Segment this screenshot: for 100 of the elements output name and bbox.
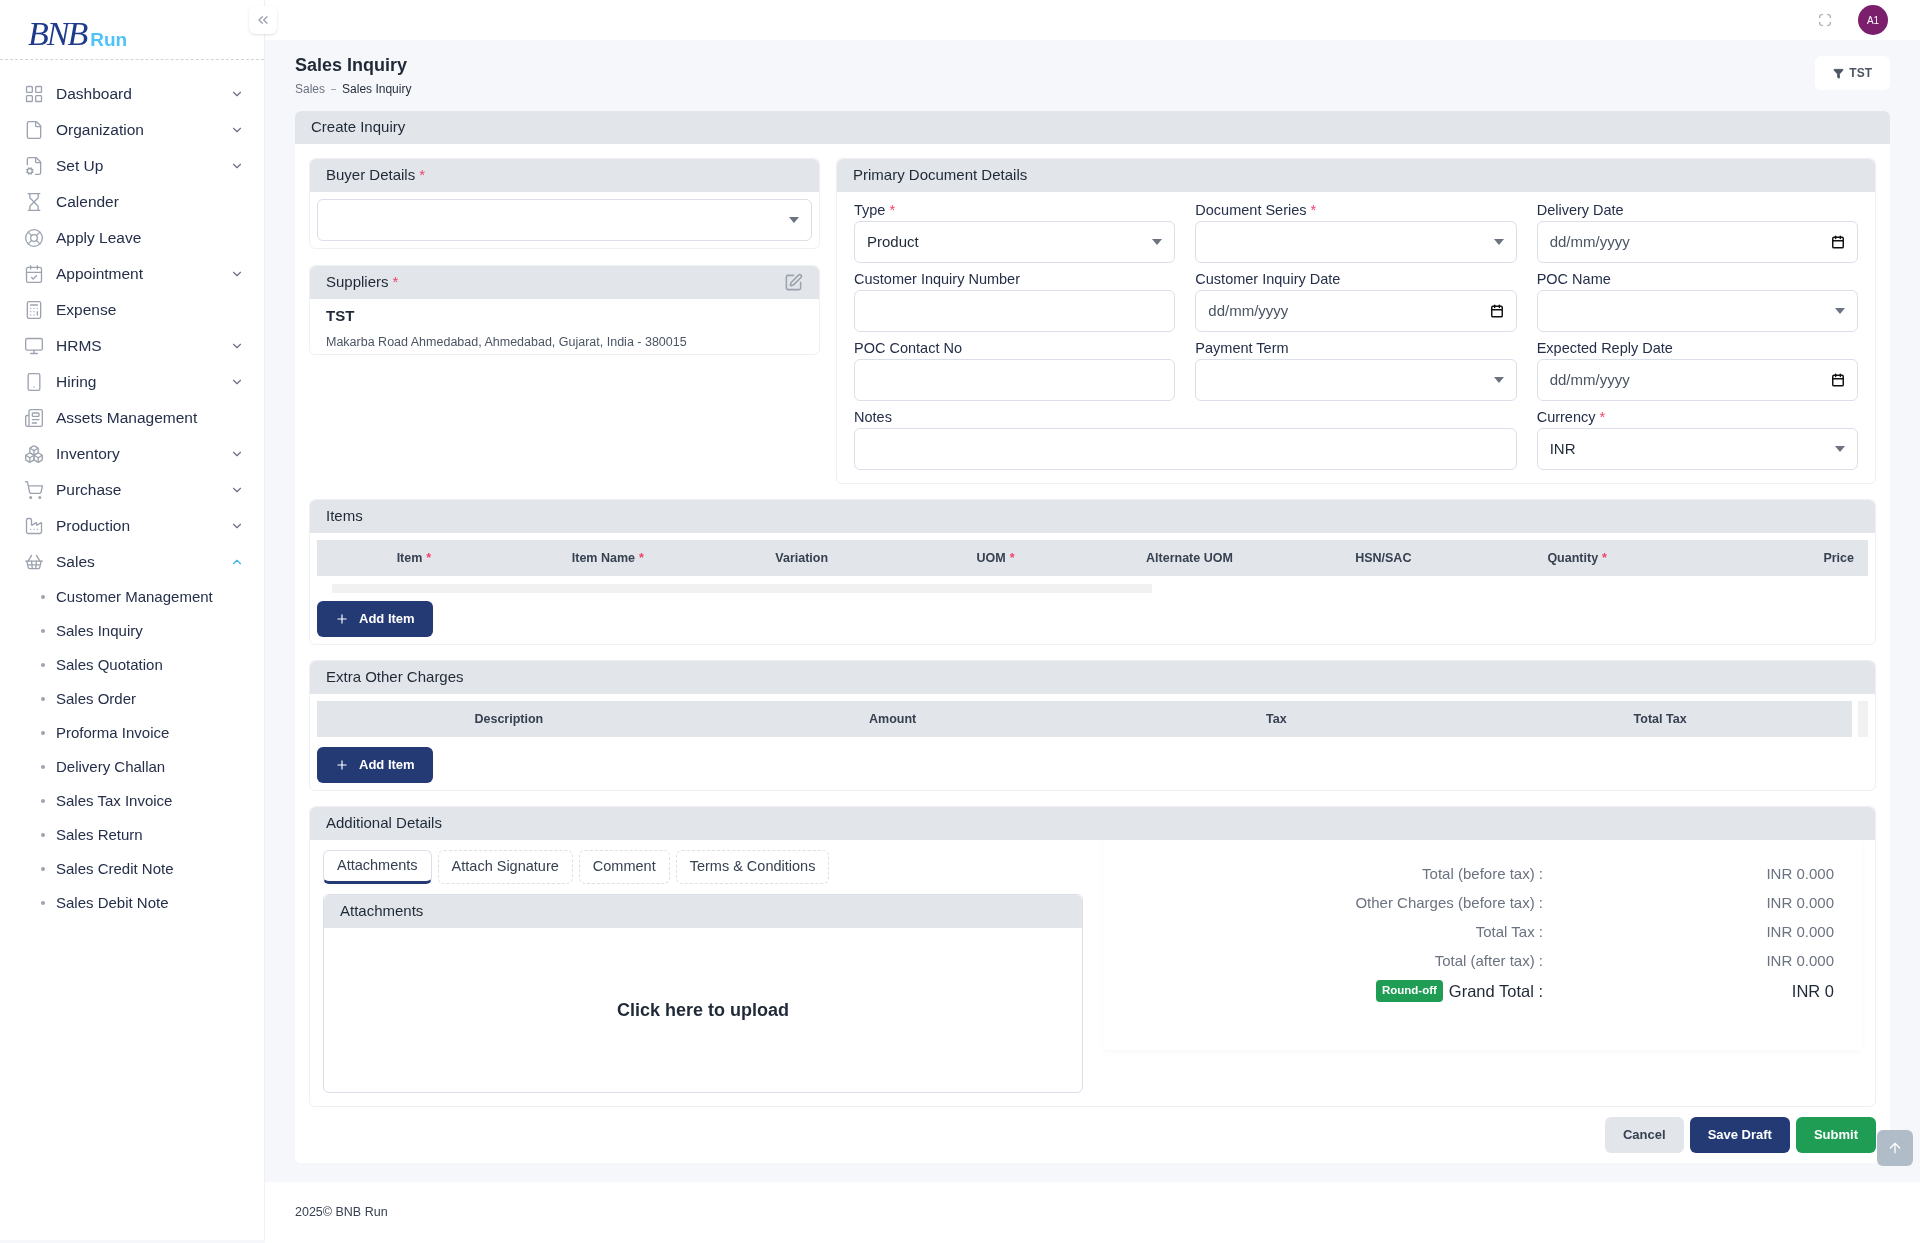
breadcrumb-link[interactable]: Sales [295,80,326,98]
field-label: Customer Inquiry Number [854,270,1021,289]
sidebar-item[interactable]: Expense [24,292,244,328]
input-field[interactable] [854,359,1176,401]
basket-icon [24,552,44,572]
sidebar-subitem[interactable]: Sales Inquiry [24,614,244,648]
sidebar-item[interactable]: HRMS [24,328,244,364]
bullet-icon [41,697,45,701]
calendar-icon [1831,235,1845,249]
upload-link[interactable]: Click here to upload [617,996,789,1024]
document-icon [24,120,44,140]
column-header: Amount [868,710,918,728]
select-field[interactable] [1195,221,1517,263]
total-label: Grand Total : [1448,980,1543,1002]
sidebar-subitem[interactable]: Proforma Invoice [24,716,244,750]
caret-icon [789,217,799,223]
collapse-sidebar-button[interactable] [249,6,277,34]
total-value: INR 0.000 [1765,922,1834,943]
panel-header: Additional Details [310,807,1875,840]
total-value: INR 0 [1790,980,1834,1002]
date-field[interactable]: dd/mm/yyyy [1536,221,1858,263]
filter-button[interactable]: TST [1815,56,1890,90]
sidebar-subitem[interactable]: Sales Tax Invoice [24,784,244,818]
total-value: INR 0.000 [1765,951,1834,972]
column-header: Item Name * [570,549,645,567]
grid-icon [24,84,44,104]
sidebar-item[interactable]: Apply Leave [24,220,244,256]
sidebar-item[interactable]: Sales [24,544,244,580]
select-field[interactable] [1536,290,1858,332]
column-header: HSN/SAC [1354,549,1413,567]
calculator-icon [24,300,44,320]
sidebar-subitem[interactable]: Sales Order [24,682,244,716]
tab[interactable]: Comment [578,850,670,884]
lifebuoy-icon [24,228,44,248]
bullet-icon [41,765,45,769]
input-field[interactable] [854,290,1176,332]
column-header: Quantity * [1546,549,1608,567]
sidebar-item[interactable]: Hiring [24,364,244,400]
column-header: Description [473,710,545,728]
sidebar-item[interactable]: Organization [24,112,244,148]
fullscreen-icon[interactable] [1818,13,1832,27]
column-header: Alternate UOM [1145,549,1234,567]
sidebar-item[interactable]: Set Up [24,148,244,184]
date-field[interactable]: dd/mm/yyyy [1536,359,1858,401]
sidebar-item[interactable]: Assets Management [24,400,244,436]
panel-header: Extra Other Charges [310,661,1875,694]
caret-icon [1835,308,1845,314]
draft-button[interactable]: Save Draft [1689,1117,1790,1153]
scroll-top-button[interactable] [1877,1130,1913,1166]
logo[interactable]: BNB Run [28,17,128,51]
sidebar-subitem[interactable]: Sales Debit Note [24,886,244,913]
document-gear-icon [24,156,44,176]
avatar[interactable]: A1 [1858,5,1888,35]
column-header: Variation [774,549,830,567]
sidebar-item[interactable]: Production [24,508,244,544]
buyer-select[interactable] [317,199,812,241]
supplier-name: TST [326,306,356,326]
bullet-icon [41,901,45,905]
date-field[interactable]: dd/mm/yyyy [1195,290,1517,332]
field-label: Currency * [1536,408,1607,427]
sidebar-subitem[interactable]: Sales Return [24,818,244,852]
edit-icon[interactable] [784,273,803,292]
breadcrumb-current: Sales Inquiry [342,81,412,98]
boxes-icon [24,444,44,464]
add-item-button[interactable]: Add Item [317,747,433,783]
sidebar-subitem[interactable]: Sales Credit Note [24,852,244,886]
sidebar-item[interactable]: Appointment [24,256,244,292]
bullet-icon [41,629,45,633]
sidebar-subitem[interactable]: Delivery Challan [24,750,244,784]
panel-header: Primary Document Details [837,159,1875,192]
plus-icon [335,758,349,772]
factory-icon [24,516,44,536]
tab[interactable]: Attachments [323,850,432,884]
calendar-icon [1831,373,1845,387]
sidebar-subitem[interactable]: Sales Quotation [24,648,244,682]
input-field[interactable] [854,428,1517,470]
sidebar-item[interactable]: Purchase [24,472,244,508]
sidebar-subitem[interactable]: Customer Management [24,580,244,614]
add-item-button[interactable]: Add Item [317,601,433,637]
caret-icon [1493,239,1504,245]
total-label: Total (before tax) : [1421,864,1543,885]
total-label: Other Charges (before tax) : [1354,893,1543,914]
select-field[interactable]: INR [1536,428,1858,470]
total-label: Total (after tax) : [1433,951,1543,972]
field-label: Payment Term [1195,339,1290,358]
tab[interactable]: Attach Signature [437,850,573,884]
select-field[interactable] [1195,359,1517,401]
select-field[interactable]: Product [854,221,1176,263]
column-header: Total Tax [1632,710,1688,728]
column-header: Item * [395,549,433,567]
cancel-button[interactable]: Cancel [1605,1117,1684,1153]
sidebar-item[interactable]: Calender [24,184,244,220]
caret-icon [1152,239,1163,245]
field-label: Expected Reply Date [1536,339,1674,358]
panel-header: Buyer Details * [310,159,819,192]
filter-icon [1833,67,1845,79]
tab[interactable]: Terms & Conditions [675,850,830,884]
sidebar-item[interactable]: Inventory [24,436,244,472]
sidebar-item[interactable]: Dashboard [24,76,244,112]
footer-text: 2025© BNB Run [295,1204,388,1222]
